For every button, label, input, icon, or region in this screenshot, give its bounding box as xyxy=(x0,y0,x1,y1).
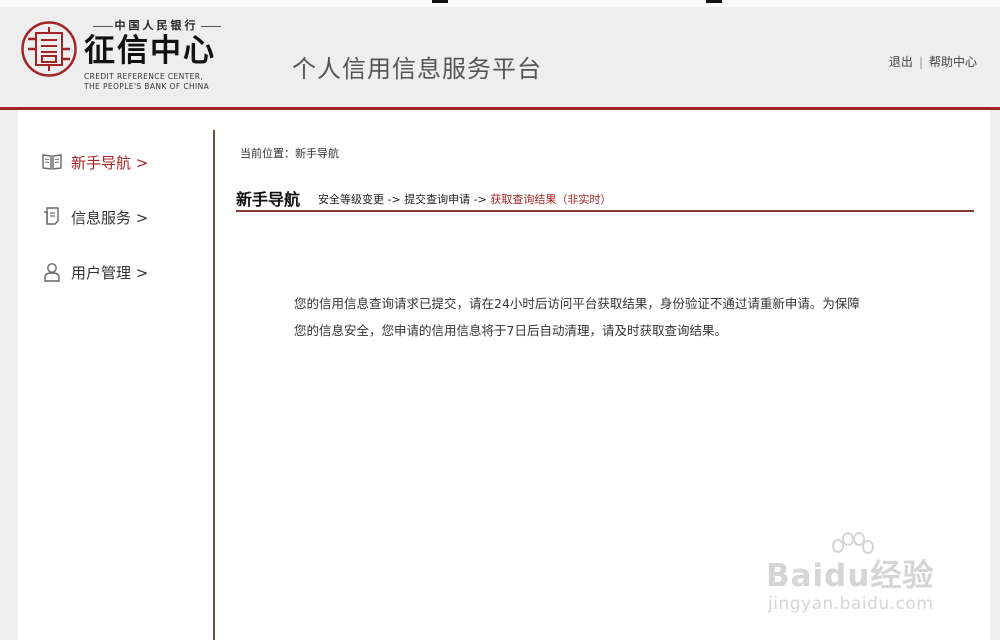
sidebar-item-beginner-guide[interactable]: 新手导航 > xyxy=(42,150,148,174)
breadcrumb: 当前位置：新手导航 xyxy=(240,147,339,160)
section-header: 新手导航 安全等级变更 -> 提交查询申请 -> 获取查询结果（非实时） xyxy=(236,184,974,212)
baidu-watermark: Baidu经验 jingyan.baidu.com xyxy=(760,528,960,628)
sidebar-item-user-management[interactable]: 用户管理 > xyxy=(42,260,148,284)
vertical-divider xyxy=(213,130,215,640)
step-indicator: 安全等级变更 -> 提交查询申请 -> 获取查询结果（非实时） xyxy=(318,191,611,207)
credit-center-seal-icon xyxy=(21,21,77,77)
watermark-brand: Baidu经验 xyxy=(766,558,935,594)
logo-english-line1: CREDIT REFERENCE CENTER, xyxy=(84,72,204,81)
link-separator: | xyxy=(918,55,923,69)
help-center-link[interactable]: 帮助中心 xyxy=(929,55,977,69)
status-message: 您的信用信息查询请求已提交，请在24小时后访问平台获取结果，身份验证不通过请重新… xyxy=(294,290,934,344)
site-header: 中国人民银行 征信中心 CREDIT REFERENCE CENTER, THE… xyxy=(0,7,1000,110)
logo-wordmark: 中国人民银行 征信中心 CREDIT REFERENCE CENTER, THE… xyxy=(84,17,229,92)
book-icon xyxy=(42,152,62,172)
sidebar-item-label: 新手导航 > xyxy=(71,153,149,172)
watermark-url: jingyan.baidu.com xyxy=(768,594,934,614)
sidebar-item-info-service[interactable]: 信息服务 > xyxy=(42,205,148,229)
sidebar: 新手导航 > 信息服务 > 用户管理 > xyxy=(18,110,213,640)
sidebar-item-label: 用户管理 > xyxy=(71,263,149,282)
platform-title: 个人信用信息服务平台 xyxy=(292,55,542,83)
window-marker xyxy=(432,0,448,3)
step-submit-query: 提交查询申请 -> xyxy=(404,193,487,206)
top-strip xyxy=(0,0,1000,7)
user-icon xyxy=(42,262,62,282)
message-line: 您的信息安全，您申请的信用信息将于7日后自动清理，请及时获取查询结果。 xyxy=(294,323,727,338)
document-icon xyxy=(42,207,62,227)
logo-main-text: 征信中心 xyxy=(84,33,216,69)
logo-top-text: 中国人民银行 xyxy=(84,17,229,33)
logout-link[interactable]: 退出 xyxy=(889,55,913,69)
window-marker xyxy=(706,0,722,3)
message-line: 您的信用信息查询请求已提交，请在24小时后访问平台获取结果，身份验证不通过请重新… xyxy=(294,296,860,311)
logo-english-line2: THE PEOPLE'S BANK OF CHINA xyxy=(84,82,210,91)
step-security-level: 安全等级变更 -> xyxy=(318,193,401,206)
top-links: 退出 | 帮助中心 xyxy=(889,53,977,70)
step-get-result: 获取查询结果（非实时） xyxy=(490,193,612,206)
sidebar-item-label: 信息服务 > xyxy=(71,208,149,227)
section-title: 新手导航 xyxy=(236,190,301,209)
